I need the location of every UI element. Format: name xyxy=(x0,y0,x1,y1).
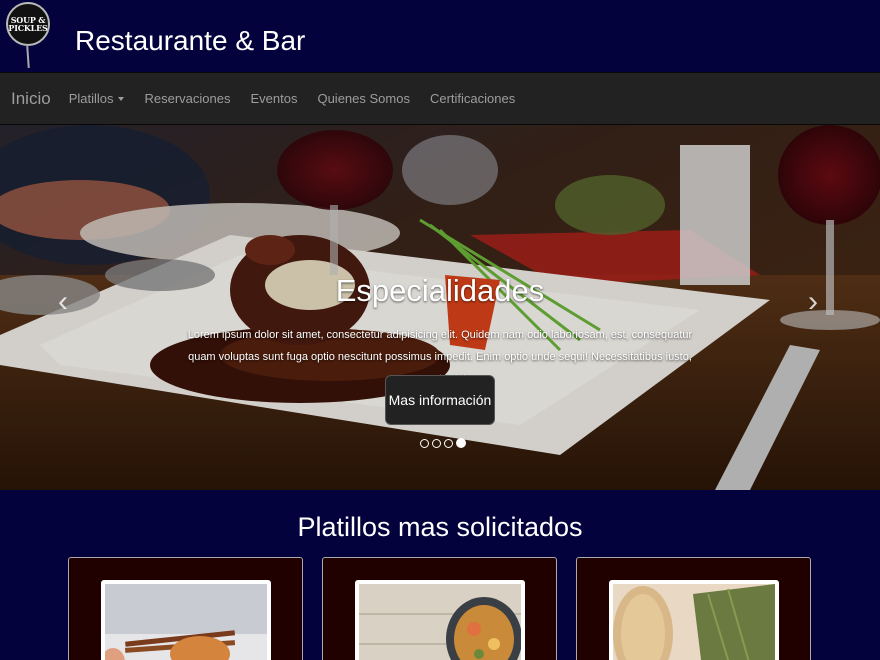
nav-item-quienes-somos[interactable]: Quienes Somos xyxy=(317,91,410,106)
carousel-indicators xyxy=(420,438,466,448)
dish-image-seafood xyxy=(355,580,525,660)
nav-item-label: Platillos xyxy=(68,91,114,106)
main-navbar: Inicio Platillos Reservaciones Eventos Q… xyxy=(0,72,880,125)
nav-item-eventos[interactable]: Eventos xyxy=(250,91,297,106)
dish-image-tortillas xyxy=(609,580,779,660)
dish-card[interactable] xyxy=(322,557,557,660)
dish-card[interactable] xyxy=(576,557,811,660)
nav-item-reservaciones[interactable]: Reservaciones xyxy=(144,91,230,106)
logo[interactable]: SOUP & PICKLES xyxy=(6,2,50,46)
logo-text: SOUP & PICKLES xyxy=(8,15,48,33)
nav-home-link[interactable]: Inicio xyxy=(0,89,69,109)
nav-item-platillos[interactable]: Platillos xyxy=(69,91,125,106)
chevron-left-icon[interactable]: ‹ xyxy=(58,285,68,319)
section-title: Platillos mas solicitados xyxy=(297,512,583,542)
carousel-indicator[interactable] xyxy=(420,439,429,448)
carousel-indicator[interactable] xyxy=(432,439,441,448)
nav-item-certificaciones[interactable]: Certificaciones xyxy=(430,91,515,106)
logo-spoon-icon xyxy=(26,45,30,69)
dish-image-pasta xyxy=(101,580,271,660)
hero-carousel: ‹ › Especialidades Lorem ipsum dolor sit… xyxy=(0,125,880,490)
carousel-indicator-active[interactable] xyxy=(456,438,466,448)
dish-card[interactable] xyxy=(68,557,303,660)
carousel-indicator[interactable] xyxy=(444,439,453,448)
chevron-right-icon[interactable]: › xyxy=(808,285,818,319)
more-info-button[interactable]: Mas información xyxy=(385,375,495,425)
site-header: SOUP & PICKLES Restaurante & Bar xyxy=(0,0,880,72)
carousel-title: Especialidades xyxy=(335,273,545,308)
caret-down-icon xyxy=(118,96,125,101)
site-title: Restaurante & Bar xyxy=(75,25,306,56)
